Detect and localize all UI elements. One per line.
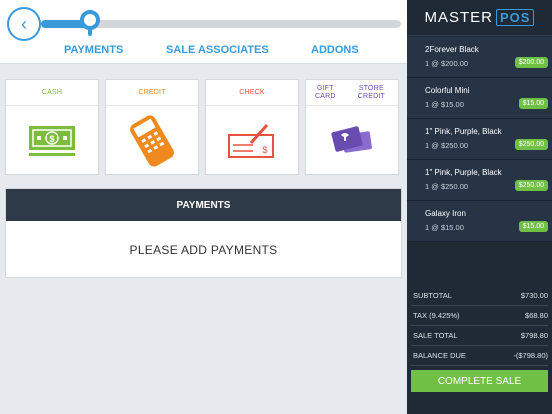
gift-card-label-line2: STORE CREDIT [357, 84, 385, 100]
sale-total-row: SALE TOTAL $798.80 [411, 326, 548, 346]
cart-item[interactable]: 1" Pink, Purple, Black 1 @ $250.00 $250.… [407, 119, 552, 160]
cash-icon: $ [6, 108, 98, 174]
balance-due-label: BALANCE DUE [413, 351, 466, 360]
cart-item[interactable]: Galaxy Iron 1 @ $15.00 $15.00 [407, 201, 552, 242]
step-tabs: PAYMENTS SALE ASSOCIATES ADDONS [0, 44, 407, 60]
tax-value: $68.80 [525, 311, 548, 320]
back-button[interactable]: ‹ [7, 7, 41, 41]
order-summary: SUBTOTAL $730.00 TAX (9.425%) $68.80 SAL… [411, 286, 548, 366]
brand-logo-text: MASTER [424, 9, 494, 26]
cart-item-name: Colorful Mini [425, 86, 470, 95]
progress-marker-icon [80, 10, 100, 30]
check-icon: $ [206, 108, 298, 174]
payments-panel: PAYMENTS PLEASE ADD PAYMENTS [5, 188, 402, 278]
complete-sale-button[interactable]: COMPLETE SALE [411, 370, 548, 392]
gift-card-tile[interactable]: GIFT CARD STORE CREDIT [305, 79, 399, 175]
check-label: CHECK [206, 80, 298, 106]
cart-item[interactable]: 2Forever Black 1 @ $200.00 $200.00 [407, 37, 552, 78]
top-bar: ‹ PAYMENTS SALE ASSOCIATES ADDONS [0, 0, 407, 64]
cart-item-qty: 1 @ $250.00 [425, 141, 469, 150]
cart-item[interactable]: 1" Pink, Purple, Black 1 @ $250.00 $250.… [407, 160, 552, 201]
balance-due-row: BALANCE DUE -($798.80) [411, 346, 548, 366]
cart-item-qty: 1 @ $200.00 [425, 59, 469, 68]
cart-item-qty: 1 @ $250.00 [425, 182, 469, 191]
payment-methods: CASH $ CREDIT CHECK $ GIFT CARD STORE CR… [5, 79, 402, 175]
payments-empty-message: PLEASE ADD PAYMENTS [129, 243, 278, 257]
subtotal-row: SUBTOTAL $730.00 [411, 286, 548, 306]
main-area: ‹ PAYMENTS SALE ASSOCIATES ADDONS CASH $ [0, 0, 407, 414]
cart-item-qty: 1 @ $15.00 [425, 100, 464, 109]
sale-total-value: $798.80 [520, 331, 548, 340]
cash-tile[interactable]: CASH $ [5, 79, 99, 175]
tax-label: TAX (9.425%) [413, 311, 460, 320]
cart-item-price: $250.00 [514, 180, 548, 191]
cart-item-price: $15.00 [518, 98, 548, 109]
credit-label: CREDIT [106, 80, 198, 106]
gift-card-label: GIFT CARD STORE CREDIT [306, 80, 398, 106]
cart-item-name: 1" Pink, Purple, Black [425, 127, 502, 136]
gift-card-label-line1: GIFT CARD [315, 84, 336, 100]
cash-label: CASH [6, 80, 98, 106]
cart-item-price: $15.00 [518, 221, 548, 232]
balance-due-value: -($798.80) [513, 351, 548, 360]
payments-title: PAYMENTS [6, 189, 401, 221]
cart-item-name: 1" Pink, Purple, Black [425, 168, 502, 177]
svg-text:$: $ [49, 134, 54, 144]
cart-item-name: 2Forever Black [425, 45, 479, 54]
cart-item[interactable]: Colorful Mini 1 @ $15.00 $15.00 [407, 78, 552, 119]
subtotal-label: SUBTOTAL [413, 291, 452, 300]
gift-card-icon [306, 108, 398, 174]
check-tile[interactable]: CHECK $ [205, 79, 299, 175]
cart-item-price: $200.00 [514, 57, 548, 68]
cart-item-name: Galaxy Iron [425, 209, 466, 218]
cart-item-qty: 1 @ $15.00 [425, 223, 464, 232]
progress-marker-stem [88, 28, 92, 36]
tab-payments[interactable]: PAYMENTS [64, 44, 123, 56]
sale-total-label: SALE TOTAL [413, 331, 458, 340]
credit-card-terminal-icon [106, 108, 198, 174]
credit-tile[interactable]: CREDIT [105, 79, 199, 175]
cart-item-price: $250.00 [514, 139, 548, 150]
chevron-left-icon: ‹ [21, 13, 27, 34]
tax-row: TAX (9.425%) $68.80 [411, 306, 548, 326]
brand-logo: MASTER POS [407, 0, 552, 36]
tab-addons[interactable]: ADDONS [311, 44, 359, 56]
brand-logo-badge: POS [496, 9, 535, 26]
subtotal-value: $730.00 [520, 291, 548, 300]
svg-text:$: $ [262, 145, 267, 155]
cart-sidebar: MASTER POS 2Forever Black 1 @ $200.00 $2… [407, 0, 552, 414]
tab-sale-associates[interactable]: SALE ASSOCIATES [166, 44, 269, 56]
